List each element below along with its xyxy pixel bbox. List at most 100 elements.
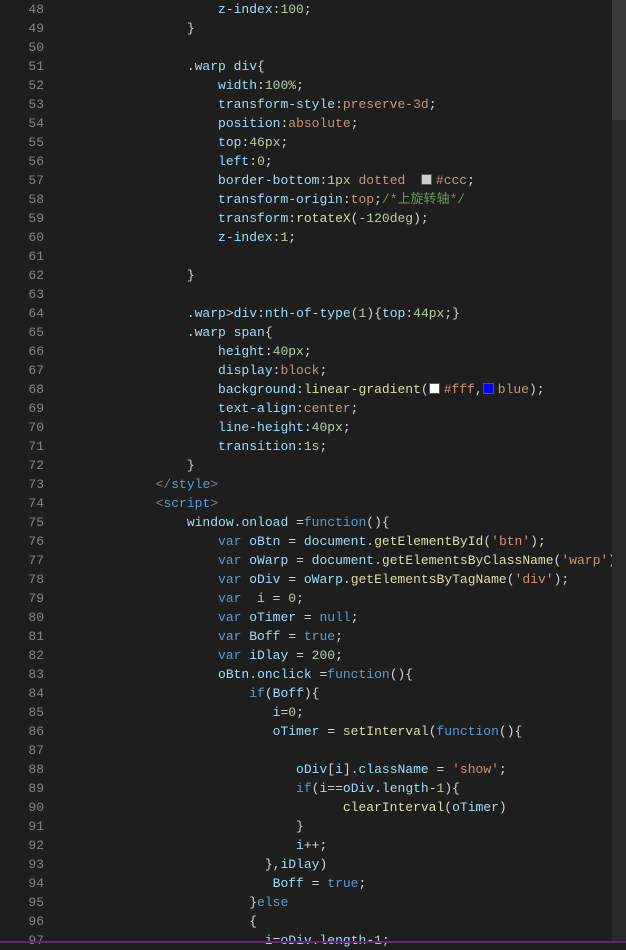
line-number: 57 xyxy=(0,171,44,190)
code-line[interactable]: var iDlay = 200; xyxy=(62,646,626,665)
code-line[interactable]: } xyxy=(62,266,626,285)
line-number: 64 xyxy=(0,304,44,323)
code-line[interactable]: transform-style:preserve-3d; xyxy=(62,95,626,114)
line-number: 85 xyxy=(0,703,44,722)
code-line[interactable]: line-height:40px; xyxy=(62,418,626,437)
code-line[interactable]: window.onload =function(){ xyxy=(62,513,626,532)
code-line[interactable]: </style> xyxy=(62,475,626,494)
code-line[interactable]: i=0; xyxy=(62,703,626,722)
minimap-slider[interactable] xyxy=(612,0,626,120)
line-number: 83 xyxy=(0,665,44,684)
code-line[interactable]: display:block; xyxy=(62,361,626,380)
line-number: 91 xyxy=(0,817,44,836)
line-number: 67 xyxy=(0,361,44,380)
line-number: 53 xyxy=(0,95,44,114)
line-number: 81 xyxy=(0,627,44,646)
code-line[interactable]: },iDlay) xyxy=(62,855,626,874)
code-line[interactable]: var Boff = true; xyxy=(62,627,626,646)
line-number: 93 xyxy=(0,855,44,874)
code-line[interactable]: oBtn.onclick =function(){ xyxy=(62,665,626,684)
code-line[interactable]: <script> xyxy=(62,494,626,513)
line-number: 72 xyxy=(0,456,44,475)
line-number: 78 xyxy=(0,570,44,589)
line-number: 48 xyxy=(0,0,44,19)
line-number: 63 xyxy=(0,285,44,304)
line-number: 49 xyxy=(0,19,44,38)
line-number: 75 xyxy=(0,513,44,532)
code-line[interactable]: if(Boff){ xyxy=(62,684,626,703)
line-number: 87 xyxy=(0,741,44,760)
code-line[interactable] xyxy=(62,285,626,304)
code-line[interactable]: { xyxy=(62,912,626,931)
line-number: 79 xyxy=(0,589,44,608)
line-number: 77 xyxy=(0,551,44,570)
code-line[interactable]: left:0; xyxy=(62,152,626,171)
code-line[interactable]: var i = 0; xyxy=(62,589,626,608)
code-line[interactable]: background:linear-gradient(#fff,blue); xyxy=(62,380,626,399)
code-line[interactable]: var oBtn = document.getElementById('btn'… xyxy=(62,532,626,551)
code-line[interactable]: transform:rotateX(-120deg); xyxy=(62,209,626,228)
code-line[interactable]: .warp span{ xyxy=(62,323,626,342)
line-number: 95 xyxy=(0,893,44,912)
line-number: 94 xyxy=(0,874,44,893)
code-line[interactable]: height:40px; xyxy=(62,342,626,361)
line-number: 89 xyxy=(0,779,44,798)
line-number: 59 xyxy=(0,209,44,228)
code-line[interactable]: top:46px; xyxy=(62,133,626,152)
code-line[interactable]: var oTimer = null; xyxy=(62,608,626,627)
line-number: 69 xyxy=(0,399,44,418)
line-number: 65 xyxy=(0,323,44,342)
line-number: 74 xyxy=(0,494,44,513)
line-number: 51 xyxy=(0,57,44,76)
code-line[interactable]: if(i==oDiv.length-1){ xyxy=(62,779,626,798)
code-line[interactable]: var oDiv = oWarp.getElementsByTagName('d… xyxy=(62,570,626,589)
line-number: 71 xyxy=(0,437,44,456)
line-number: 66 xyxy=(0,342,44,361)
code-line[interactable]: .warp>div:nth-of-type(1){top:44px;} xyxy=(62,304,626,323)
line-number: 88 xyxy=(0,760,44,779)
line-number: 82 xyxy=(0,646,44,665)
line-number: 76 xyxy=(0,532,44,551)
code-line[interactable] xyxy=(62,247,626,266)
line-number: 55 xyxy=(0,133,44,152)
code-line[interactable]: var oWarp = document.getElementsByClassN… xyxy=(62,551,626,570)
line-number: 52 xyxy=(0,76,44,95)
line-number: 73 xyxy=(0,475,44,494)
code-line[interactable]: } xyxy=(62,817,626,836)
line-number: 90 xyxy=(0,798,44,817)
code-content[interactable]: z-index:100; } .warp div{ width:100%; tr… xyxy=(62,0,626,943)
line-number: 58 xyxy=(0,190,44,209)
code-line[interactable]: oTimer = setInterval(function(){ xyxy=(62,722,626,741)
code-line[interactable]: transition:1s; xyxy=(62,437,626,456)
minimap[interactable] xyxy=(612,0,626,943)
code-line[interactable]: border-bottom:1px dotted #ccc; xyxy=(62,171,626,190)
code-line[interactable]: text-align:center; xyxy=(62,399,626,418)
code-line[interactable]: Boff = true; xyxy=(62,874,626,893)
line-number: 84 xyxy=(0,684,44,703)
code-line[interactable]: i++; xyxy=(62,836,626,855)
code-line[interactable]: .warp div{ xyxy=(62,57,626,76)
line-number: 86 xyxy=(0,722,44,741)
code-line[interactable]: clearInterval(oTimer) xyxy=(62,798,626,817)
code-line[interactable] xyxy=(62,741,626,760)
line-number: 56 xyxy=(0,152,44,171)
code-line[interactable]: }else xyxy=(62,893,626,912)
code-line[interactable]: } xyxy=(62,19,626,38)
code-line[interactable]: width:100%; xyxy=(62,76,626,95)
code-line[interactable]: oDiv[i].className = 'show'; xyxy=(62,760,626,779)
line-number: 54 xyxy=(0,114,44,133)
code-line[interactable]: z-index:1; xyxy=(62,228,626,247)
code-line[interactable] xyxy=(62,38,626,57)
line-number: 80 xyxy=(0,608,44,627)
line-number: 70 xyxy=(0,418,44,437)
code-line[interactable]: z-index:100; xyxy=(62,0,626,19)
code-line[interactable]: } xyxy=(62,456,626,475)
line-number: 62 xyxy=(0,266,44,285)
line-number: 60 xyxy=(0,228,44,247)
code-editor[interactable]: 4849505152535455565758596061626364656667… xyxy=(0,0,612,943)
code-line[interactable]: transform-origin:top;/*上旋转轴*/ xyxy=(62,190,626,209)
line-number: 61 xyxy=(0,247,44,266)
code-line[interactable]: position:absolute; xyxy=(62,114,626,133)
line-number: 92 xyxy=(0,836,44,855)
line-number: 68 xyxy=(0,380,44,399)
